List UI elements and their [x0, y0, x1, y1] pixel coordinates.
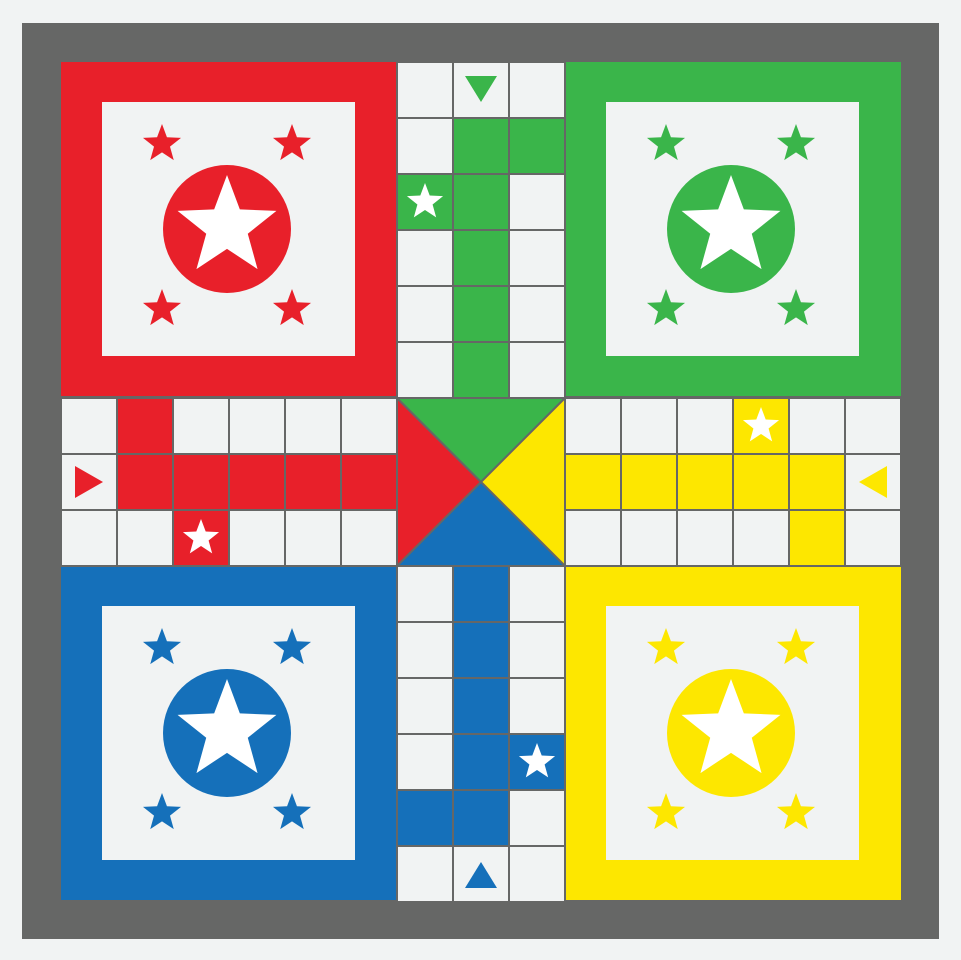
path-cell — [676, 453, 734, 511]
path-cell — [620, 453, 678, 511]
path-cell — [396, 565, 454, 623]
path-cell — [284, 509, 342, 567]
path-cell — [564, 509, 622, 567]
path-cell — [508, 677, 566, 735]
path-cell — [284, 453, 342, 511]
path-cell — [396, 677, 454, 735]
path-cell — [508, 789, 566, 847]
path-cell — [508, 173, 566, 231]
path-cell — [340, 397, 398, 455]
path-cell — [340, 453, 398, 511]
path-cell — [452, 677, 510, 735]
path-cell — [60, 509, 118, 567]
path-cell — [508, 341, 566, 399]
path-cell — [508, 229, 566, 287]
path-cell — [452, 733, 510, 791]
path-cell — [396, 61, 454, 119]
path-cell — [396, 621, 454, 679]
path-cell — [788, 509, 846, 567]
path-cell — [116, 509, 174, 567]
path-cell — [396, 845, 454, 903]
path-cell — [452, 285, 510, 343]
path-cell — [396, 789, 454, 847]
path-cell — [396, 285, 454, 343]
home-base-yellow — [565, 566, 901, 900]
path-cell — [452, 173, 510, 231]
path-cell — [844, 509, 902, 567]
path-cell — [116, 397, 174, 455]
path-cell — [116, 453, 174, 511]
path-cell — [172, 397, 230, 455]
path-cell — [788, 397, 846, 455]
path-cell — [452, 621, 510, 679]
path-cell — [564, 397, 622, 455]
path-cell — [508, 61, 566, 119]
path-cell — [396, 117, 454, 175]
path-cell — [452, 117, 510, 175]
home-base-blue — [61, 566, 397, 900]
path-cell — [508, 117, 566, 175]
path-cell — [732, 509, 790, 567]
path-cell — [452, 565, 510, 623]
path-cell — [396, 341, 454, 399]
path-cell — [508, 565, 566, 623]
home-base-red — [61, 62, 397, 396]
path-cell — [788, 453, 846, 511]
path-cell — [284, 397, 342, 455]
home-base-green — [565, 62, 901, 396]
path-cell — [452, 229, 510, 287]
path-cell — [396, 229, 454, 287]
path-cell — [620, 397, 678, 455]
path-cell — [340, 509, 398, 567]
path-cell — [228, 509, 286, 567]
path-cell — [844, 397, 902, 455]
path-cell — [452, 789, 510, 847]
path-cell — [452, 341, 510, 399]
ludo-board — [22, 23, 939, 939]
path-cell — [564, 453, 622, 511]
path-cell — [228, 453, 286, 511]
path-cell — [732, 453, 790, 511]
path-cell — [508, 621, 566, 679]
path-cell — [172, 453, 230, 511]
path-cell — [396, 733, 454, 791]
path-cell — [228, 397, 286, 455]
path-cell — [620, 509, 678, 567]
path-cell — [60, 397, 118, 455]
path-cell — [676, 509, 734, 567]
path-cell — [508, 285, 566, 343]
path-cell — [508, 845, 566, 903]
path-cell — [676, 397, 734, 455]
